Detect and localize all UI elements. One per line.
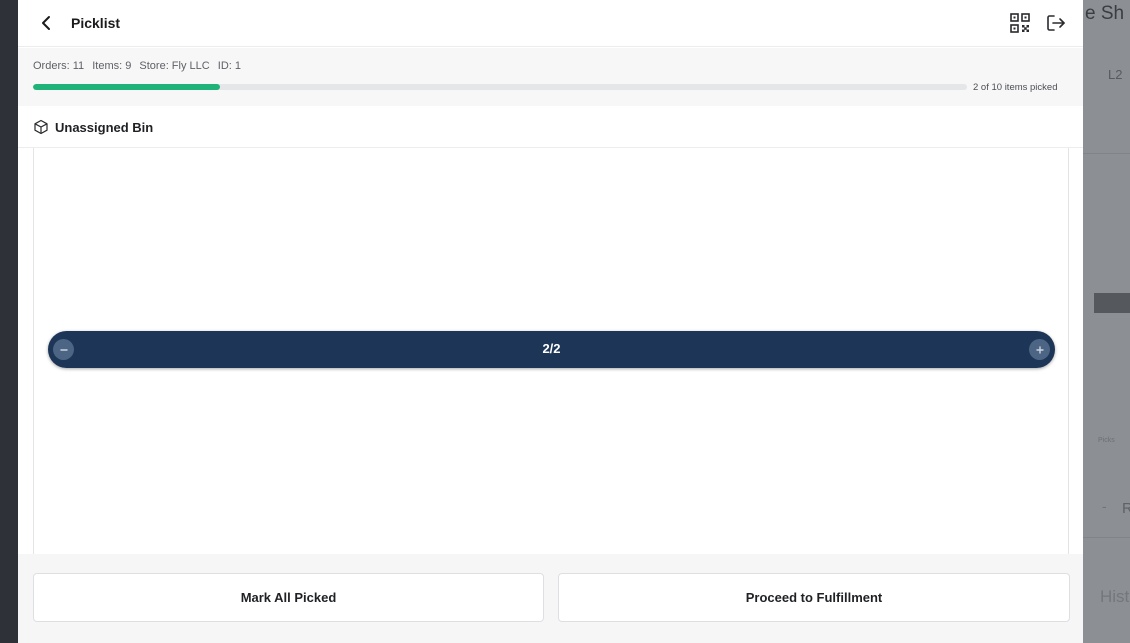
pick-progress-bar [33,84,967,90]
quantity-stepper[interactable]: 2/2 [48,331,1055,368]
background-app: e Sh L2 Picks - R Hist [1083,0,1130,643]
store-name: Store: Fly LLC [139,60,210,72]
logout-icon [1047,15,1065,31]
background-small-text: Picks [1098,437,1115,444]
cube-icon [34,119,48,135]
back-chevron-icon [42,16,50,30]
background-bar [1094,293,1130,313]
top-bar: Picklist [18,0,1083,47]
background-label: L2 [1108,67,1123,82]
background-title: e Sh [1085,3,1125,24]
bin-label: Unassigned Bin [55,120,154,135]
qr-code-icon [1010,13,1030,33]
orders-count: Orders: 11 [33,60,85,72]
background-history-text: Hist [1100,587,1130,606]
increment-button[interactable] [1029,339,1050,360]
background-row-text: R [1122,500,1130,517]
back-button[interactable] [34,11,58,35]
page-title: Picklist [71,15,121,31]
picklist-panel: Picklist Orders: 11 Items: 9 Store: Fly … [18,0,1083,643]
pick-progress-text: 2 of 10 items picked [973,82,1058,93]
background-divider [1083,153,1130,154]
items-count: Items: 9 [92,60,132,72]
logout-button[interactable] [1045,12,1067,34]
picklist-id: ID: 1 [217,60,242,72]
background-divider [1083,537,1130,538]
stepper-value: 2/2 [542,341,561,356]
qr-scan-button[interactable] [1009,12,1031,34]
mark-all-picked-button[interactable]: Mark All Picked [33,573,544,622]
bin-header: Unassigned Bin [18,106,1083,148]
plus-icon [1035,345,1044,354]
footer-actions: Mark All Picked Proceed to Fulfillment [18,554,1083,643]
proceed-to-fulfillment-button[interactable]: Proceed to Fulfillment [558,573,1070,622]
background-dash: - [1102,498,1107,514]
picklist-meta: Orders: 11 Items: 9 Store: Fly LLC ID: 1 [33,60,246,72]
pick-progress-fill [33,84,220,90]
picklist-info: Orders: 11 Items: 9 Store: Fly LLC ID: 1… [18,48,1083,106]
